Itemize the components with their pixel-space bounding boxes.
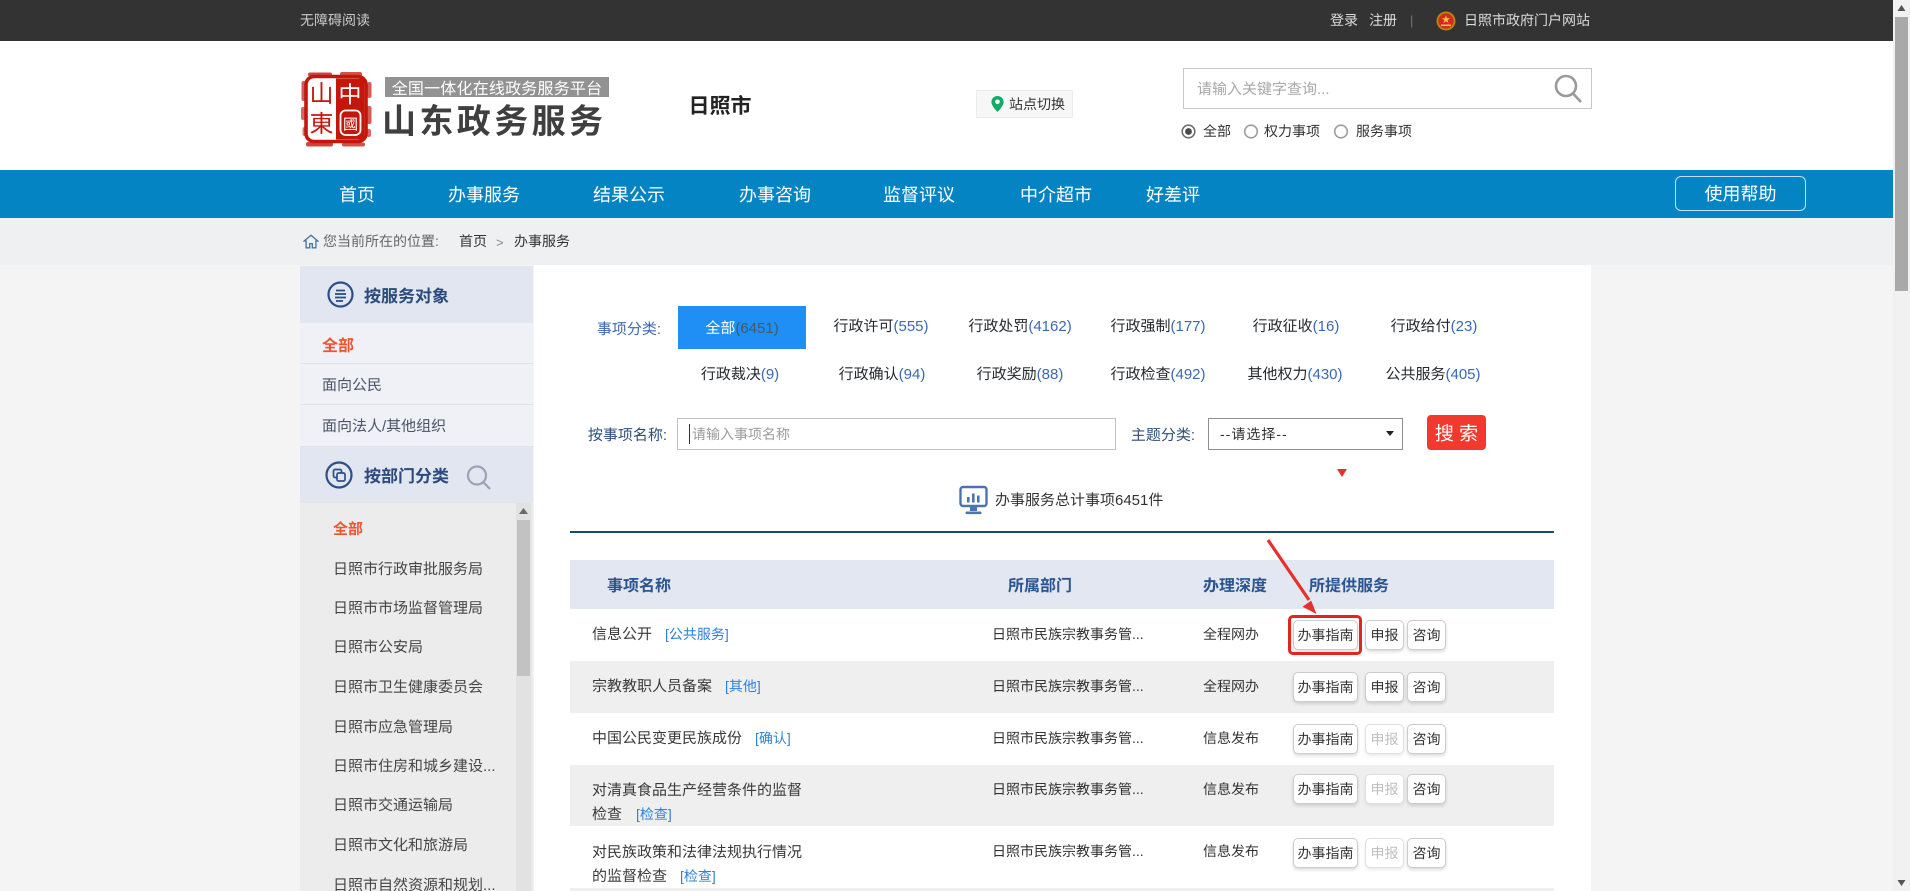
svg-text:國: 國 xyxy=(343,114,358,135)
svg-text:中: 中 xyxy=(339,76,362,110)
svg-text:東: 東 xyxy=(310,104,334,139)
